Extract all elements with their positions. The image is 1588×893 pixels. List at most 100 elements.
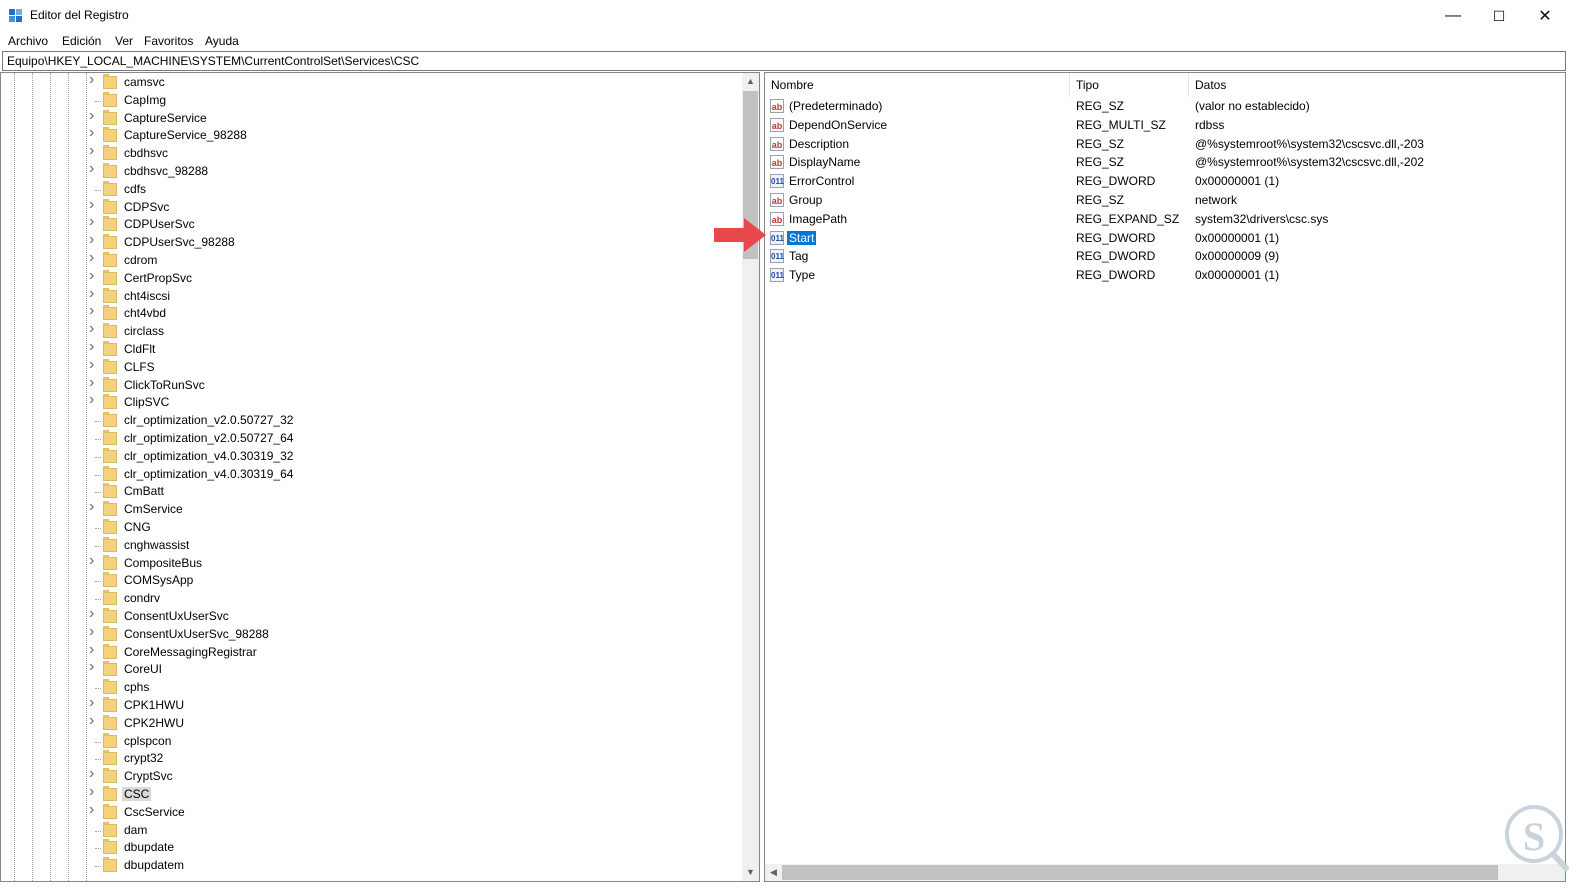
tree-item[interactable]: CmBatt [1,483,741,501]
tree-item-label[interactable]: CaptureService_98288 [122,128,249,142]
tree-item-label[interactable]: dbupdate [122,840,176,854]
tree-item[interactable]: › CompositeBus [1,552,741,573]
tree-item-label[interactable]: camsvc [122,75,167,89]
value-name[interactable]: ImagePath [787,212,849,226]
tree-item[interactable]: cdfs [1,180,741,199]
tree-item-label[interactable]: COMSysApp [122,573,195,587]
tree-item-label[interactable]: CDPSvc [122,200,171,214]
tree-item[interactable]: cplspcon [1,732,741,751]
tree-item[interactable]: › CmService [1,499,741,519]
value-name[interactable]: Group [787,193,824,207]
value-row[interactable]: ab ImagePath REG_EXPAND_SZ system32\drivers… [765,210,1545,229]
expand-chevron-icon[interactable]: › [89,73,99,88]
menu-favoritos[interactable]: Favoritos [144,34,193,48]
tree-item[interactable]: › CscService [1,801,741,822]
expand-chevron-icon[interactable]: › [89,766,99,782]
tree-item-label[interactable]: CDPUserSvc [122,217,197,231]
tree-item-label[interactable]: cht4vbd [122,306,168,320]
expand-chevron-icon[interactable]: › [89,232,99,248]
tree-item-label[interactable]: CldFlt [122,342,157,356]
expand-chevron-icon[interactable]: › [89,321,99,337]
tree-item-label[interactable]: cplspcon [122,734,173,748]
value-row[interactable]: ab DisplayName REG_SZ @%systemroot%\system3… [765,153,1545,172]
tree-item[interactable]: › ClickToRunSvc [1,374,741,395]
tree-item-label[interactable]: cphs [122,680,151,694]
value-name[interactable]: Description [787,137,851,151]
expand-chevron-icon[interactable]: › [89,659,99,675]
tree-item[interactable]: › cbdhsvc_98288 [1,161,741,181]
tree-item[interactable]: › CoreMessagingRegistrar [1,641,741,662]
value-name[interactable]: Tag [787,249,810,263]
tree-item[interactable]: › cdrom [1,250,741,270]
tree-item-label[interactable]: cdfs [122,182,148,196]
tree-item-label[interactable]: cht4iscsi [122,289,172,303]
tree-item[interactable]: cphs [1,679,741,697]
maximize-button[interactable]: ☐ [1476,0,1522,32]
expand-chevron-icon[interactable]: › [89,695,99,711]
tree-item-label[interactable]: CLFS [122,360,157,374]
tree-item[interactable]: › CDPSvc [1,196,741,217]
key-tree-pane[interactable]: › camsvc CapImg › CaptureService › CaptureServ… [0,72,760,882]
tree-item[interactable]: clr_optimization_v4.0.30319_64 [1,465,741,484]
tree-item-label[interactable]: CDPUserSvc_98288 [122,235,237,249]
tree-item[interactable]: › CSC [1,784,741,804]
value-name[interactable]: Start [787,230,817,245]
minimize-button[interactable]: — [1430,0,1476,32]
tree-item[interactable]: › cht4vbd [1,303,741,323]
tree-item[interactable]: cnghwassist [1,536,741,555]
expand-chevron-icon[interactable]: › [89,552,99,568]
list-scroll-thumb[interactable] [782,865,1498,880]
tree-item-label[interactable]: ConsentUxUserSvc_98288 [122,627,271,641]
tree-item[interactable]: clr_optimization_v4.0.30319_32 [1,447,741,466]
expand-chevron-icon[interactable]: › [89,784,99,800]
scroll-left-icon[interactable]: ◀ [765,864,782,881]
tree-item-label[interactable]: crypt32 [122,751,165,765]
tree-item-label[interactable]: circlass [122,324,166,338]
expand-chevron-icon[interactable]: › [89,161,99,177]
tree-item-label[interactable]: clr_optimization_v4.0.30319_64 [122,467,295,481]
tree-item[interactable]: › CaptureService_98288 [1,125,741,145]
tree-item[interactable]: › CertPropSvc [1,267,741,288]
value-row[interactable]: 011 Type REG_DWORD 0x00000001 (1) [765,266,1545,285]
tree-item-label[interactable]: CaptureService [122,111,209,125]
value-row[interactable]: ab (Predeterminado) REG_SZ (valor no establ… [765,97,1545,116]
tree-item[interactable]: › ClipSVC [1,392,741,412]
column-header-nombre[interactable]: Nombre [765,73,1070,97]
column-header-tipo[interactable]: Tipo [1070,73,1189,97]
tree-vertical-scrollbar[interactable]: ▲ ▼ [742,73,759,881]
expand-chevron-icon[interactable]: › [89,214,99,230]
tree-item[interactable]: dbupdate [1,839,741,857]
expand-chevron-icon[interactable]: › [89,623,99,639]
menu-edicion[interactable]: Edición [62,34,101,48]
tree-item-label[interactable]: condrv [122,591,162,605]
tree-item[interactable]: › camsvc [1,73,741,92]
tree-item-label[interactable]: cbdhsvc_98288 [122,164,210,178]
expand-chevron-icon[interactable]: › [89,285,99,301]
tree-item-label[interactable]: dam [122,823,149,837]
tree-item[interactable]: › CldFlt [1,339,741,359]
tree-item[interactable]: › circlass [1,321,741,341]
tree-item[interactable]: › CDPUserSvc_98288 [1,232,741,252]
value-name[interactable]: (Predeterminado) [787,99,884,113]
expand-chevron-icon[interactable]: › [89,267,99,283]
tree-item-label[interactable]: CPK2HWU [122,716,186,730]
value-name[interactable]: DisplayName [787,155,862,169]
column-header-datos[interactable]: Datos [1189,73,1565,97]
tree-item-label[interactable]: clr_optimization_v2.0.50727_64 [122,431,295,445]
tree-item-label[interactable]: CmBatt [122,484,166,498]
expand-chevron-icon[interactable]: › [89,499,99,515]
list-horizontal-scrollbar[interactable]: ◀ [765,864,1565,881]
tree-item-label[interactable]: cnghwassist [122,538,191,552]
expand-chevron-icon[interactable]: › [89,801,99,817]
tree-item[interactable]: › CDPUserSvc [1,214,741,234]
value-row[interactable]: ab DependOnService REG_MULTI_SZ rdbss [765,116,1545,135]
expand-chevron-icon[interactable]: › [89,303,99,319]
tree-item-label[interactable]: CoreMessagingRegistrar [122,645,259,659]
menu-archivo[interactable]: Archivo [8,34,48,48]
tree-item[interactable]: dam [1,821,741,840]
menu-ver[interactable]: Ver [115,34,133,48]
tree-item[interactable]: › CryptSvc [1,766,741,786]
expand-chevron-icon[interactable]: › [89,641,99,657]
value-name[interactable]: Type [787,268,817,282]
tree-item-label[interactable]: clr_optimization_v4.0.30319_32 [122,449,295,463]
